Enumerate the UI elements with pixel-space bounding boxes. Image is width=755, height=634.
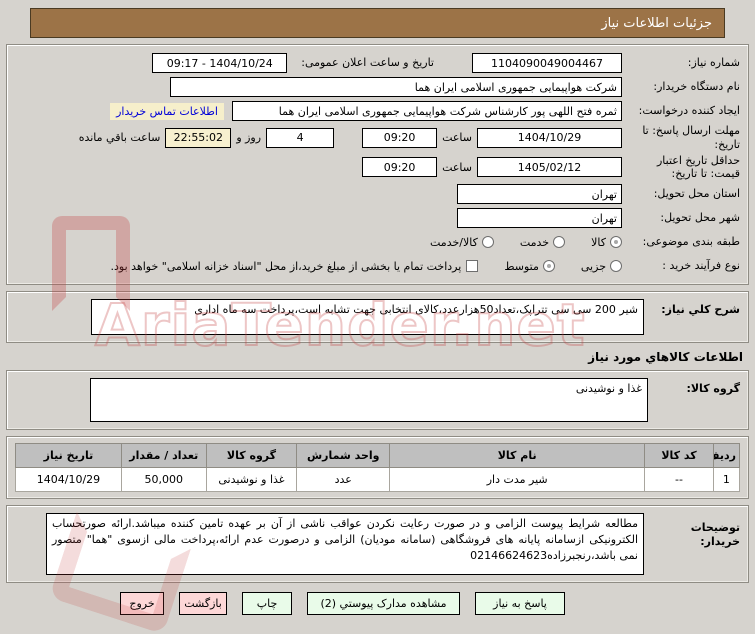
col-quantity: تعداد / مقدار	[120, 443, 207, 468]
action-buttons-row: پاسخ به نیاز مشاهده مدارک پیوستي (2) چاپ…	[6, 592, 749, 615]
announce-datetime-field[interactable]: 1404/10/24 - 09:17	[152, 53, 288, 73]
response-deadline-date-field[interactable]: 1404/10/29	[477, 127, 622, 148]
response-deadline-row: مهلت ارسال پاسخ: تا تاریخ: 1404/10/29 سا…	[15, 124, 740, 152]
respond-button[interactable]: پاسخ به نیاز	[475, 592, 565, 615]
goods-table-panel: ردیف کد کالا نام کالا واحد شمارش گروه کا…	[6, 436, 749, 499]
radio-goods-service[interactable]	[481, 236, 494, 248]
buyer-org-field[interactable]: شرکت هواپیمایی جمهوری اسلامی ایران هما	[170, 77, 622, 97]
purchase-process-label: نوع فرآیند خرید :	[662, 259, 740, 273]
city-row: شهر محل تحویل: تهران	[15, 207, 740, 229]
price-validity-hour-label: ساعت	[442, 160, 472, 174]
announce-datetime-label: تاریخ و ساعت اعلان عمومی:	[301, 56, 434, 70]
col-row-number: ردیف	[712, 443, 741, 468]
page-title: جزئیات اطلاعات نیاز	[30, 8, 725, 38]
view-attachments-button[interactable]: مشاهده مدارک پیوستي (2)	[307, 592, 460, 615]
goods-group-label: گروه کالا:	[686, 382, 740, 395]
radio-service-label: خدمت	[519, 235, 550, 249]
subject-class-row: طبقه بندی موضوعی: کالا خدمت کالا/خدمت	[15, 231, 740, 253]
buyer-notes-panel: توضیحات خریدار: مطالعه شرایط پیوست الزام…	[6, 505, 749, 583]
subject-class-label: طبقه بندی موضوعی:	[642, 235, 740, 249]
exit-button[interactable]: خروج	[120, 592, 164, 615]
buyer-notes-field[interactable]: مطالعه شرایط پیوست الزامی و در صورت رعای…	[46, 513, 644, 575]
remaining-days-field[interactable]: 4	[266, 127, 335, 148]
need-description-field[interactable]: شیر 200 سی سی تتراپک،تعداد50هزارعدد،کالا…	[91, 299, 644, 335]
back-button[interactable]: بازگشت	[179, 592, 227, 615]
treasury-checkbox-label: پرداخت تمام یا بخشی از مبلغ خرید،از محل …	[110, 259, 462, 273]
radio-goods[interactable]	[610, 236, 622, 248]
purchase-process-row: نوع فرآیند خرید : جزیی متوسط پرداخت تمام…	[15, 255, 740, 277]
buyer-org-label: نام دستگاه خریدار:	[653, 80, 740, 94]
request-creator-field[interactable]: ثمره فتح اللهی پور کارشناس شرکت هواپیمای…	[232, 101, 622, 121]
treasury-checkbox[interactable]	[466, 260, 479, 272]
province-label: استان محل تحویل:	[653, 187, 740, 201]
print-button[interactable]: چاپ	[242, 592, 292, 615]
radio-goods-label: کالا	[591, 235, 606, 249]
request-creator-label: ایجاد کننده درخواست:	[638, 104, 740, 118]
goods-table-header-row: ردیف کد کالا نام کالا واحد شمارش گروه کا…	[15, 443, 741, 468]
radio-partial-label: جزیی	[580, 259, 606, 273]
col-item-group: گروه کالا	[205, 443, 298, 468]
price-validity-time-field[interactable]: 09:20	[362, 157, 438, 178]
cell-need-date: 1404/10/29	[15, 467, 122, 492]
cell-count-unit: عدد	[296, 467, 391, 492]
countdown-timer: 22:55:02	[165, 127, 232, 148]
cell-item-code: --	[644, 467, 714, 492]
province-row: استان محل تحویل: تهران	[15, 183, 740, 205]
goods-section-heading: اطلاعات کالاهاي مورد نیاز	[588, 350, 743, 364]
col-item-code: کد کالا	[644, 443, 714, 468]
cell-quantity: 50,000	[120, 467, 207, 492]
need-info-panel: شماره نیاز: 1104090049004467 تاریخ و ساع…	[6, 44, 749, 285]
price-validity-date-field[interactable]: 1405/02/12	[477, 157, 622, 178]
price-validity-label: حداقل تاریخ اعتبار قیمت: تا تاریخ:	[656, 153, 740, 181]
radio-medium[interactable]	[542, 260, 555, 272]
need-number-label: شماره نیاز:	[687, 56, 740, 70]
goods-group-field[interactable]: غذا و نوشیدنی	[90, 378, 648, 422]
col-item-name: نام کالا	[389, 443, 646, 468]
goods-table: ردیف کد کالا نام کالا واحد شمارش گروه کا…	[15, 443, 741, 492]
table-row[interactable]: 1 -- شیر مدت دار عدد غذا و نوشیدنی 50,00…	[15, 467, 741, 492]
goods-group-panel: گروه کالا: غذا و نوشیدنی	[6, 370, 749, 430]
response-deadline-time-field[interactable]: 09:20	[362, 127, 438, 148]
cell-item-group: غذا و نوشیدنی	[205, 467, 298, 492]
radio-medium-label: متوسط	[504, 259, 539, 273]
need-number-row: شماره نیاز: 1104090049004467 تاریخ و ساع…	[15, 52, 740, 74]
cell-item-name: شیر مدت دار	[389, 467, 646, 492]
need-description-label: شرح کلي نیاز:	[661, 303, 740, 316]
need-number-field[interactable]: 1104090049004467	[472, 53, 622, 73]
col-count-unit: واحد شمارش	[296, 443, 391, 468]
col-need-date: تاریخ نیاز	[15, 443, 122, 468]
buyer-org-row: نام دستگاه خریدار: شرکت هواپیمایی جمهوری…	[15, 76, 740, 98]
response-deadline-label: مهلت ارسال پاسخ: تا تاریخ:	[642, 124, 740, 151]
countdown-label: ساعت باقي مانده	[78, 131, 161, 145]
price-validity-row: حداقل تاریخ اعتبار قیمت: تا تاریخ: 1405/…	[15, 154, 740, 182]
city-label: شهر محل تحویل:	[660, 211, 740, 225]
radio-goods-service-label: کالا/خدمت	[430, 235, 478, 249]
city-field[interactable]: تهران	[457, 208, 622, 228]
radio-partial[interactable]	[610, 260, 622, 272]
buyer-contact-link[interactable]: اطلاعات تماس خریدار	[110, 102, 224, 120]
cell-row-number: 1	[712, 467, 741, 492]
need-description-panel: شرح کلي نیاز: شیر 200 سی سی تتراپک،تعداد…	[6, 291, 749, 343]
radio-service[interactable]	[553, 236, 566, 248]
buyer-notes-label: توضیحات خریدار:	[690, 521, 740, 548]
remaining-days-label: روز و	[236, 131, 262, 145]
request-creator-row: ایجاد کننده درخواست: ثمره فتح اللهی پور …	[15, 100, 740, 122]
response-deadline-hour-label: ساعت	[442, 131, 472, 145]
province-field[interactable]: تهران	[457, 184, 622, 204]
